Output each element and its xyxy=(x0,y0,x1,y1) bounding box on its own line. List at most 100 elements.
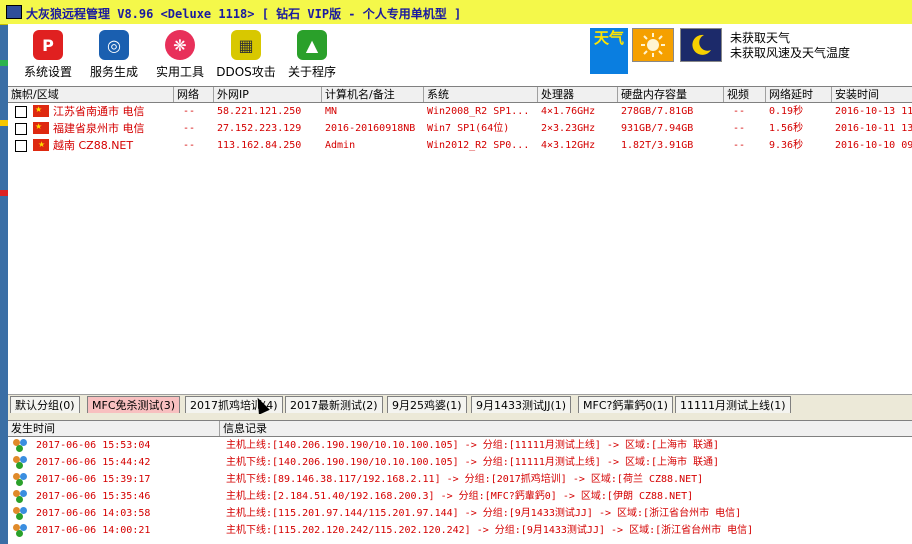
log-message: 主机下线:[89.146.38.117/192.168.2.11] -> 分组:… xyxy=(226,474,704,485)
log-message: 主机下线:[115.202.120.242/115.202.120.242] -… xyxy=(226,525,754,536)
log-row[interactable]: 2017-06-06 15:44:42 主机下线:[140.206.190.19… xyxy=(8,454,912,471)
cell-cpu: 4×1.76GHz xyxy=(541,106,596,117)
column-header-region[interactable]: 旗帜/区域 xyxy=(8,87,174,102)
flag-china-icon: ★ xyxy=(33,105,49,117)
about-icon: ▲ xyxy=(297,30,327,60)
log-row[interactable]: 2017-06-06 14:03:58 主机上线:[115.201.97.144… xyxy=(8,505,912,522)
table-row[interactable]: ★ 江苏省南通市 电信 -- 58.221.121.250 MN Win2008… xyxy=(8,103,912,120)
tab-sep1433[interactable]: 9月1433测试JJ(1) xyxy=(471,396,572,413)
column-header-video[interactable]: 视频 xyxy=(724,87,766,102)
row-checkbox[interactable] xyxy=(15,123,27,135)
cell-region: 越南 CZ88.NET xyxy=(53,139,134,152)
table-row[interactable]: ★ 越南 CZ88.NET -- 113.162.84.250 Admin Wi… xyxy=(8,137,912,154)
column-header-network[interactable]: 网络 xyxy=(174,87,214,102)
table-row[interactable]: ★ 福建省泉州市 电信 -- 27.152.223.129 2016-20160… xyxy=(8,120,912,137)
flag-vietnam-icon: ★ xyxy=(33,139,49,151)
cell-network: -- xyxy=(183,123,196,134)
cell-video: -- xyxy=(733,140,746,151)
event-log[interactable]: 发生时间 信息记录 2017-06-06 15:53:04 主机上线:[140.… xyxy=(8,421,912,544)
title-bar[interactable]: 大灰狼远程管理 V8.96 <Deluxe 1118> [ 钻石 VIP版 - … xyxy=(0,0,912,25)
log-time: 2017-06-06 15:39:17 xyxy=(36,474,151,485)
log-message: 主机上线:[2.184.51.40/192.168.200.3] -> 分组:[… xyxy=(226,491,694,502)
host-list[interactable]: 旗帜/区域 网络 外网IP 计算机名/备注 系统 处理器 硬盘内存容量 视频 网… xyxy=(8,86,912,393)
log-message: 主机上线:[140.206.190.190/10.10.100.105] -> … xyxy=(226,440,720,451)
event-log-header: 发生时间 信息记录 xyxy=(8,421,912,437)
app-icon xyxy=(6,5,22,19)
tab-11111-test[interactable]: 11111月测试上线(1) xyxy=(675,396,791,413)
cell-network: -- xyxy=(183,140,196,151)
utilities-button[interactable]: ❋ 实用工具 xyxy=(148,28,212,82)
log-time: 2017-06-06 15:53:04 xyxy=(36,440,151,451)
log-message: 主机上线:[115.201.97.144/115.201.97.144] -> … xyxy=(226,508,742,519)
cell-disk-memory: 931GB/7.94GB xyxy=(621,123,694,134)
column-header-time[interactable]: 发生时间 xyxy=(8,421,220,436)
settings-icon: P xyxy=(33,30,63,60)
about-button[interactable]: ▲ 关于程序 xyxy=(280,28,344,82)
cell-install-time: 2016-10-13 11 xyxy=(835,106,912,117)
sun-icon xyxy=(632,28,674,62)
log-row[interactable]: 2017-06-06 15:35:46 主机上线:[2.184.51.40/19… xyxy=(8,488,912,505)
cell-os: Win2012_R2 SP0... xyxy=(427,140,530,151)
moon-icon xyxy=(680,28,722,62)
cell-region: 江苏省南通市 电信 xyxy=(53,105,145,118)
column-header-computer-name[interactable]: 计算机名/备注 xyxy=(322,87,424,102)
users-icon xyxy=(12,490,28,503)
build-icon: ◎ xyxy=(99,30,129,60)
cell-video: -- xyxy=(733,123,746,134)
utilities-label: 实用工具 xyxy=(155,65,204,79)
about-label: 关于程序 xyxy=(287,65,336,79)
column-header-info[interactable]: 信息记录 xyxy=(220,421,912,436)
tab-sep25[interactable]: 9月25鸡婆(1) xyxy=(387,396,467,413)
users-icon xyxy=(12,439,28,452)
users-icon xyxy=(12,456,28,469)
wind-status: 未获取风速及天气温度 xyxy=(730,46,851,60)
ddos-icon: ▦ xyxy=(231,30,261,60)
service-build-label: 服务生成 xyxy=(89,65,138,79)
cell-os: Win2008_R2 SP1... xyxy=(427,106,530,117)
tab-2017-latest-test[interactable]: 2017最新测试(2) xyxy=(285,396,383,413)
host-list-header: 旗帜/区域 网络 外网IP 计算机名/备注 系统 处理器 硬盘内存容量 视频 网… xyxy=(8,87,912,103)
ddos-button[interactable]: ▦ DDOS攻击 xyxy=(214,28,278,82)
column-header-ip[interactable]: 外网IP xyxy=(214,87,322,102)
log-time: 2017-06-06 15:44:42 xyxy=(36,457,151,468)
system-settings-label: 系统设置 xyxy=(23,65,72,79)
strip-marker xyxy=(0,190,8,196)
log-time: 2017-06-06 14:00:21 xyxy=(36,525,151,536)
column-header-cpu[interactable]: 处理器 xyxy=(538,87,618,102)
strip-marker xyxy=(0,120,8,126)
row-checkbox[interactable] xyxy=(15,140,27,152)
column-header-disk-memory[interactable]: 硬盘内存容量 xyxy=(618,87,724,102)
cell-video: -- xyxy=(733,106,746,117)
cell-ip: 27.152.223.129 xyxy=(217,123,302,134)
tab-mfc-garbled[interactable]: MFC?鈣輩鈣0(1) xyxy=(578,396,673,413)
system-settings-button[interactable]: P 系统设置 xyxy=(16,28,80,82)
column-header-os[interactable]: 系统 xyxy=(424,87,538,102)
users-icon xyxy=(12,507,28,520)
tab-default-group[interactable]: 默认分组(0) xyxy=(10,396,80,413)
cell-computer-name: MN xyxy=(325,106,338,117)
tools-icon: ❋ xyxy=(165,30,195,60)
column-header-install-time[interactable]: 安装时间 xyxy=(832,87,912,102)
service-build-button[interactable]: ◎ 服务生成 xyxy=(82,28,146,82)
splitter[interactable] xyxy=(8,414,912,421)
log-row[interactable]: 2017-06-06 15:39:17 主机下线:[89.146.38.117/… xyxy=(8,471,912,488)
users-icon xyxy=(12,473,28,486)
left-desktop-strip xyxy=(0,0,8,544)
cell-cpu: 2×3.23GHz xyxy=(541,123,596,134)
cell-disk-memory: 278GB/7.81GB xyxy=(621,106,694,117)
ddos-label: DDOS攻击 xyxy=(216,65,276,79)
cell-computer-name: 2016-20160918NB xyxy=(325,123,416,134)
cell-os: Win7 SP1(64位) xyxy=(427,123,510,134)
cell-latency: 9.36秒 xyxy=(769,140,804,151)
users-icon xyxy=(12,524,28,537)
log-time: 2017-06-06 15:35:46 xyxy=(36,491,151,502)
cell-disk-memory: 1.82T/3.91GB xyxy=(621,140,694,151)
cell-latency: 1.56秒 xyxy=(769,123,804,134)
cell-latency: 0.19秒 xyxy=(769,106,804,117)
column-header-latency[interactable]: 网络延时 xyxy=(766,87,832,102)
weather-tag[interactable]: 天气 xyxy=(590,28,628,74)
log-row[interactable]: 2017-06-06 15:53:04 主机上线:[140.206.190.19… xyxy=(8,437,912,454)
tab-mfc-test[interactable]: MFC免杀测试(3) xyxy=(87,396,181,413)
log-row[interactable]: 2017-06-06 14:00:21 主机下线:[115.202.120.24… xyxy=(8,522,912,539)
row-checkbox[interactable] xyxy=(15,106,27,118)
